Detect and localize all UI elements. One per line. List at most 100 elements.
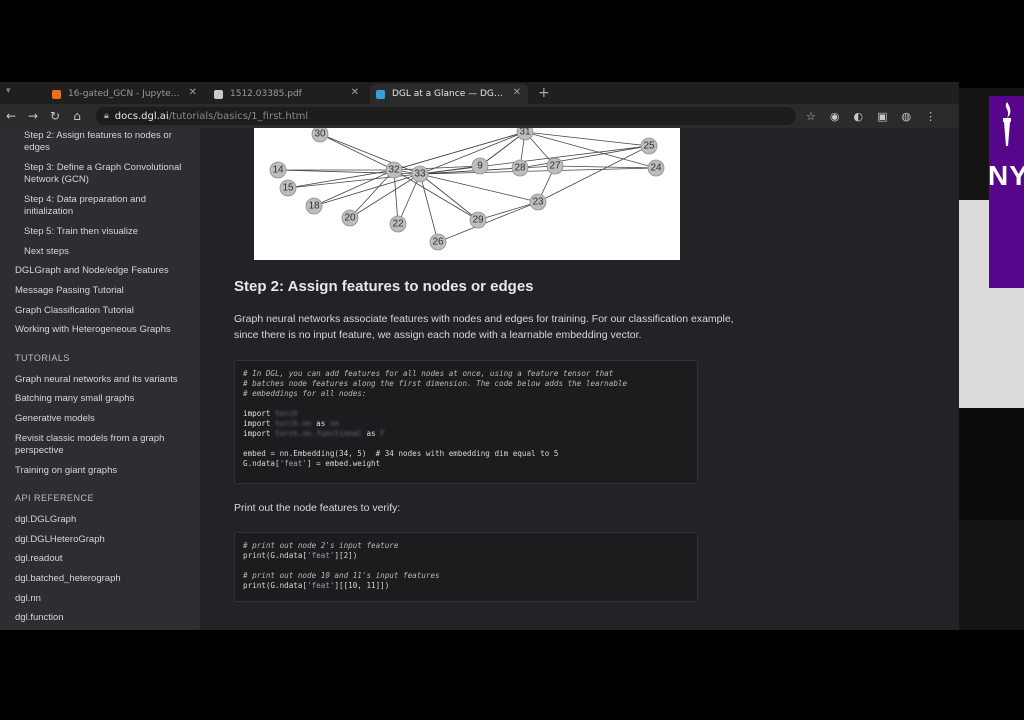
sidebar-link-classic-models[interactable]: Revisit classic models from a graph pers…: [15, 433, 175, 457]
graph-node-24: 24: [647, 159, 665, 177]
sidebar-link-api-heterograph[interactable]: dgl.DGLHeteroGraph: [15, 534, 195, 546]
graph-node-9: 9: [471, 157, 489, 175]
graph-node-label: 25: [643, 141, 655, 152]
code-block-embedding[interactable]: # In DGL, you can add features for all n…: [234, 360, 698, 484]
graph-node-25: 25: [640, 137, 658, 155]
sidebar-caption-tutorials: TUTORIALS: [15, 353, 70, 363]
new-tab-button[interactable]: +: [538, 84, 550, 104]
graph-node-label: 32: [388, 165, 400, 176]
sidebar-link-gnn-variants[interactable]: Graph neural networks and its variants: [15, 374, 195, 386]
extension-icon[interactable]: ◍: [902, 110, 912, 123]
graph-node-30: 30: [311, 128, 329, 143]
code-keyword: as: [316, 419, 326, 428]
close-tab-icon[interactable]: ✕: [513, 87, 521, 98]
screen: ▾ 16-gated_GCN - Jupyter Not... ✕ 1512.0…: [0, 0, 1024, 720]
graph-node-15: 15: [279, 179, 297, 197]
sidebar-link-batching[interactable]: Batching many small graphs: [15, 393, 195, 405]
graph-edge: [477, 201, 539, 221]
graph-node-label: 23: [532, 197, 544, 208]
extension-icon[interactable]: ◉: [830, 110, 840, 123]
sidebar-step-2[interactable]: Step 2: Assign features to nodes or edge…: [24, 130, 184, 154]
graph-node-29: 29: [469, 211, 487, 229]
graph-node-31: 31: [516, 128, 534, 141]
close-tab-icon[interactable]: ✕: [351, 87, 359, 98]
extension-icon[interactable]: ▣: [877, 110, 887, 123]
karate-graph-figure: 30 31 25 14 32 33 9 28 27 24 15 18 20 22 29 23 26: [254, 128, 680, 260]
graph-node-23: 23: [529, 193, 547, 211]
graph-node-26: 26: [429, 233, 447, 251]
sidebar-link-api-function[interactable]: dgl.function: [15, 612, 195, 624]
graph-node-33: 33: [411, 165, 429, 183]
code-line: embed = nn.Embedding(34, 5) # 34 nodes w…: [243, 449, 559, 458]
nyu-torch-icon: [1003, 102, 1011, 146]
sidebar-link-api-readout[interactable]: dgl.readout: [15, 553, 195, 565]
menu-dots-icon[interactable]: ⋮: [925, 110, 936, 123]
docs-page: Step 2: Assign features to nodes or edge…: [0, 128, 959, 630]
sidebar-step-4[interactable]: Step 4: Data preparation and initializat…: [24, 194, 184, 218]
code-line-post: ] = embed.weight: [307, 459, 381, 468]
tab-search-icon[interactable]: ▾: [6, 86, 11, 96]
graph-node-label: 27: [549, 161, 561, 172]
section-paragraph-verify: Print out the node features to verify:: [234, 502, 401, 514]
docs-sidebar[interactable]: Step 2: Assign features to nodes or edge…: [0, 128, 200, 630]
graph-node-label: 14: [272, 165, 284, 176]
graph-node-label: 15: [282, 183, 294, 194]
graph-edge: [287, 173, 421, 189]
sidebar-step-3[interactable]: Step 3: Define a Graph Convolutional Net…: [24, 162, 184, 186]
tab-jupyter[interactable]: 16-gated_GCN - Jupyter Not... ✕: [46, 84, 204, 104]
sidebar-link-dglgraph[interactable]: DGLGraph and Node/edge Features: [15, 265, 195, 277]
graph-node-label: 18: [308, 201, 320, 212]
tab-pdf[interactable]: 1512.03385.pdf ✕: [208, 84, 366, 104]
code-comment: # In DGL, you can add features for all n…: [243, 369, 614, 378]
code-block-print[interactable]: # print out node 2's input feature print…: [234, 532, 698, 602]
graph-node-label: 24: [650, 163, 662, 174]
sidebar-link-heterogeneous[interactable]: Working with Heterogeneous Graphs: [15, 324, 195, 336]
forward-arrow-icon[interactable]: →: [22, 109, 44, 123]
graph-node-28: 28: [511, 159, 529, 177]
code-line-pre: G.ndata[: [243, 459, 280, 468]
graph-node-22: 22: [389, 215, 407, 233]
tab-dgl-docs[interactable]: DGL at a Glance — DGL 0.4.3... ✕: [370, 84, 528, 104]
section-heading: Step 2: Assign features to nodes or edge…: [234, 278, 534, 295]
sidebar-link-api-nn[interactable]: dgl.nn: [15, 593, 195, 605]
code-comment: # print out node 10 and 11's input featu…: [243, 571, 440, 580]
back-arrow-icon[interactable]: ←: [0, 109, 22, 123]
graph-node-27: 27: [546, 157, 564, 175]
graph-edge: [524, 131, 657, 169]
code-keyword: import: [243, 429, 271, 438]
nyu-logo-text: NY: [988, 160, 1024, 191]
sidebar-link-giant-graphs[interactable]: Training on giant graphs: [15, 465, 195, 477]
code-string: 'feat': [307, 551, 335, 560]
code-comment: # embeddings for all nodes:: [243, 389, 367, 398]
code-comment: # print out node 2's input feature: [243, 541, 399, 550]
graph-node-18: 18: [305, 197, 323, 215]
graph-node-label: 9: [477, 161, 483, 172]
close-tab-icon[interactable]: ✕: [189, 87, 197, 98]
webcam-video-panel: NY: [959, 88, 1024, 630]
home-icon[interactable]: ⌂: [66, 109, 88, 123]
sidebar-link-message-passing[interactable]: Message Passing Tutorial: [15, 285, 195, 297]
sidebar-link-api-batched-heterograph[interactable]: dgl.batched_heterograph: [15, 573, 195, 585]
sidebar-next-steps[interactable]: Next steps: [24, 246, 184, 258]
sidebar-link-graph-classification[interactable]: Graph Classification Tutorial: [15, 305, 195, 317]
sidebar-step-5[interactable]: Step 5: Train then visualize: [24, 226, 184, 238]
reload-icon[interactable]: ↻: [44, 109, 66, 123]
sidebar-link-generative[interactable]: Generative models: [15, 413, 195, 425]
graph-node-14: 14: [269, 161, 287, 179]
browser-toolbar: ← → ↻ ⌂ 🔒︎ docs.dgl.ai /tutorials/basics…: [0, 104, 959, 128]
code-obscured-text: torch.nn: [275, 419, 312, 428]
url-host: docs.dgl.ai: [114, 110, 169, 122]
graph-plot: 30 31 25 14 32 33 9 28 27 24 15 18 20 22 29 23 26: [269, 128, 665, 251]
code-keyword: as: [366, 429, 376, 438]
sidebar-link-api-dglgraph[interactable]: dgl.DGLGraph: [15, 514, 195, 526]
code-comment: # batches node features along the first …: [243, 379, 628, 388]
address-bar[interactable]: 🔒︎ docs.dgl.ai /tutorials/basics/1_first…: [96, 107, 796, 125]
graph-edge: [393, 131, 526, 171]
graph-edge: [519, 145, 650, 169]
extension-icon[interactable]: ◐: [853, 110, 863, 123]
dgl-favicon-icon: [376, 90, 385, 99]
sidebar-caption-api: API REFERENCE: [15, 493, 95, 503]
bookmark-star-icon[interactable]: ☆: [806, 110, 816, 123]
graph-node-32: 32: [385, 161, 403, 179]
main-content: 30 31 25 14 32 33 9 28 27 24 15 18 20 22 29 23 26 Step 2…: [200, 128, 959, 630]
